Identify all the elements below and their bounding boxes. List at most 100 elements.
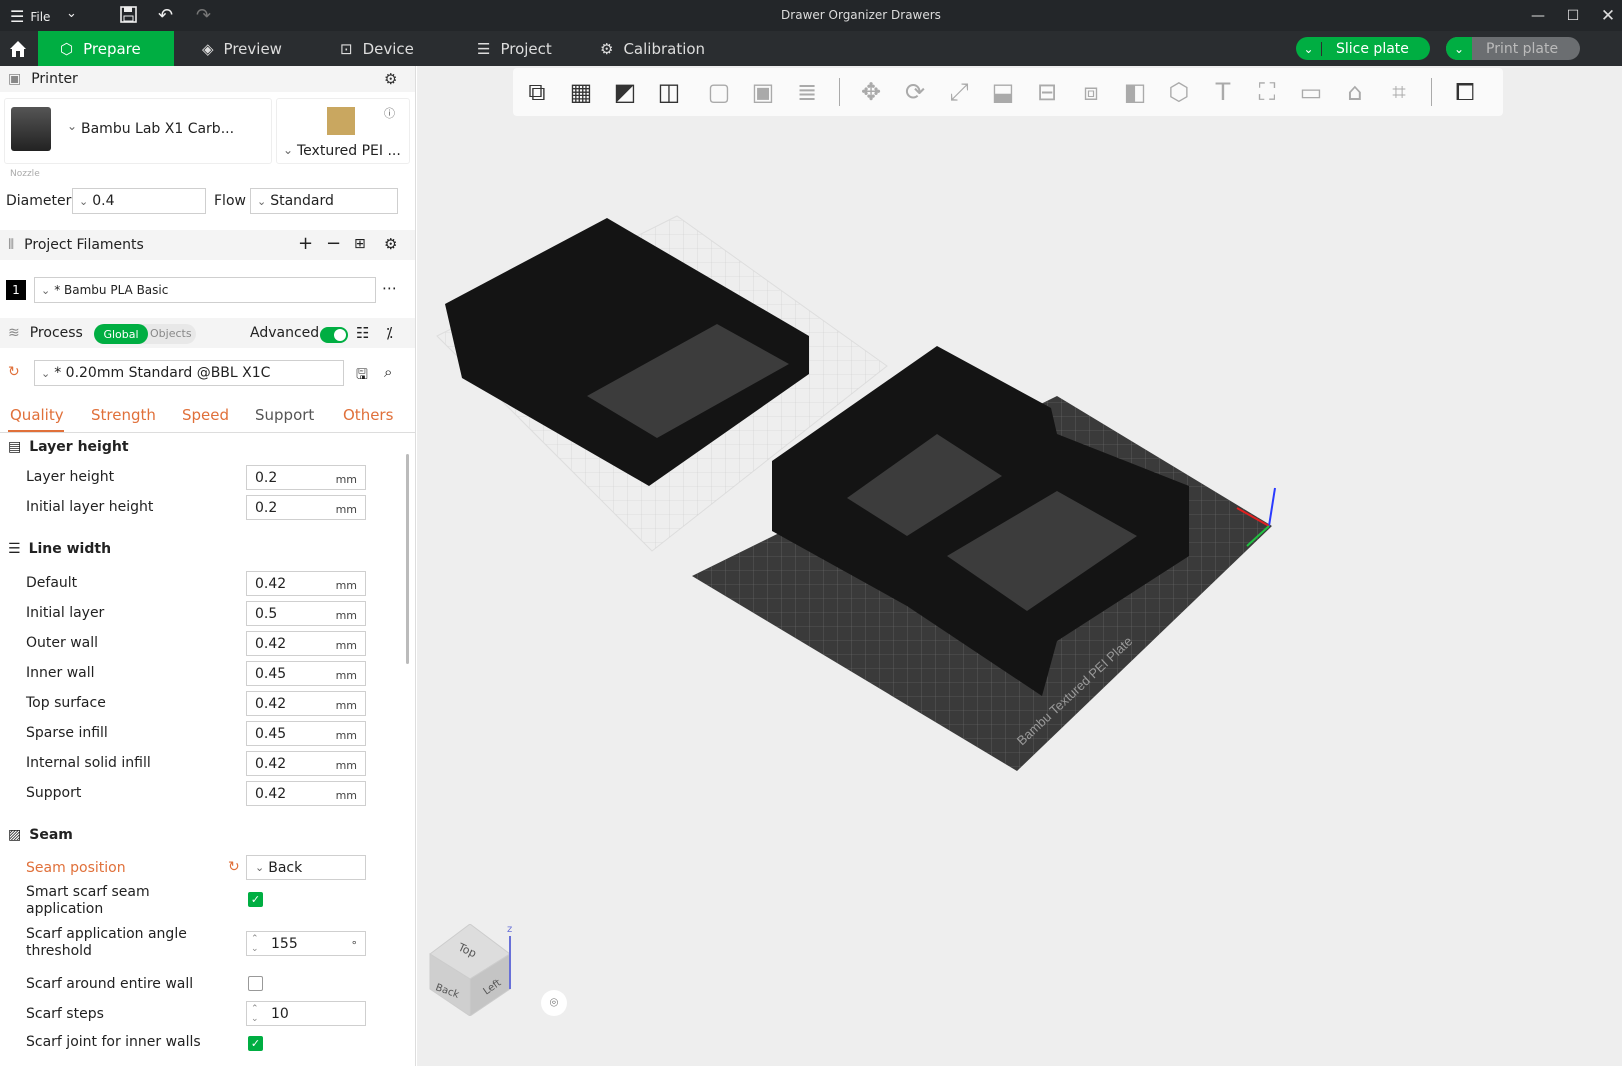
flow-select[interactable]: ⌄ Standard xyxy=(250,188,398,214)
tab-preview[interactable]: ◈ Preview xyxy=(180,31,304,66)
scarf-inner-walls-checkbox[interactable]: ✓ xyxy=(248,1036,263,1051)
scarf-angle-label: Scarf application angle threshold xyxy=(26,926,187,959)
lw-top-surface-label: Top surface xyxy=(26,695,106,711)
add-filament-icon[interactable]: + xyxy=(298,233,313,254)
tab-project[interactable]: ☰ Project xyxy=(455,31,574,66)
filament-sync-icon[interactable]: ⊞ xyxy=(354,236,366,252)
tab-speed[interactable]: Speed xyxy=(182,406,229,424)
lw-default-unit: mm xyxy=(335,579,357,592)
printer-select-card[interactable]: ⌄ Bambu Lab X1 Carb... xyxy=(4,98,272,164)
lw-inner-wall-unit: mm xyxy=(335,669,357,682)
main-tab-bar: ⬡ Prepare ◈ Preview ⊡ Device ☰ Project ⚙… xyxy=(0,31,1622,66)
maximize-icon[interactable]: ☐ xyxy=(1555,0,1591,31)
print-dropdown-icon[interactable]: ⌄ xyxy=(1446,37,1472,60)
scarf-steps-stepper-icon[interactable]: ⌃ ⌄ xyxy=(251,1004,259,1024)
minimize-icon[interactable]: — xyxy=(1520,0,1556,31)
seam-position-value: Back xyxy=(268,859,303,876)
axis-z-line xyxy=(1268,487,1276,527)
layer-height-input[interactable]: 0.2 mm xyxy=(246,465,366,490)
save-preset-icon[interactable]: 🖫 xyxy=(356,364,368,388)
view-cube[interactable]: Top Back Left z xyxy=(425,923,517,1017)
layer-height-value: 0.2 xyxy=(255,469,278,486)
scarf-inner-walls-label: Scarf joint for inner walls xyxy=(26,1034,201,1050)
scarf-angle-value: 155 xyxy=(271,935,298,952)
scarf-angle-input[interactable]: ⌃ ⌄ 155 ° xyxy=(246,931,366,956)
initial-layer-height-input[interactable]: 0.2 mm xyxy=(246,495,366,520)
lw-initial-layer-value: 0.5 xyxy=(255,605,278,622)
lw-inner-wall-value: 0.45 xyxy=(255,665,287,682)
lw-inner-wall-input[interactable]: 0.45 mm xyxy=(246,661,366,686)
tab-others[interactable]: Others xyxy=(343,406,393,424)
tab-calibration[interactable]: ⚙ Calibration xyxy=(578,31,727,66)
lw-default-input[interactable]: 0.42 mm xyxy=(246,571,366,596)
tab-device-label: Device xyxy=(362,39,414,58)
toggle-objects-label[interactable]: Objects xyxy=(150,327,192,340)
scarf-steps-value: 10 xyxy=(271,1005,289,1022)
tab-support[interactable]: Support xyxy=(255,406,314,424)
scarf-entire-wall-checkbox[interactable] xyxy=(248,976,263,991)
filament-select[interactable]: ⌄ * Bambu PLA Basic xyxy=(34,277,376,303)
window-title: Drawer Organizer Drawers xyxy=(781,8,941,22)
scarf-steps-input[interactable]: ⌃ ⌄ 10 xyxy=(246,1001,366,1026)
filament-index-badge[interactable]: 1 xyxy=(6,280,26,300)
camera-reset-icon[interactable]: ⌾ xyxy=(541,990,567,1016)
global-objects-toggle[interactable]: Global Objects xyxy=(94,324,196,344)
plate-info-icon[interactable]: ⓘ xyxy=(384,105,395,121)
slice-plate-button[interactable]: ⌄ Slice plate xyxy=(1296,37,1430,60)
tab-device[interactable]: ⊡ Device xyxy=(318,31,436,66)
tab-quality[interactable]: Quality xyxy=(10,406,64,424)
group-seam: ▨ Seam xyxy=(8,827,73,843)
lw-top-surface-input[interactable]: 0.42 mm xyxy=(246,691,366,716)
plate-thumbnail-icon xyxy=(327,107,355,135)
lw-support-input[interactable]: 0.42 mm xyxy=(246,781,366,806)
lw-initial-layer-input[interactable]: 0.5 mm xyxy=(246,601,366,626)
seam-position-select[interactable]: ⌄ Back xyxy=(246,855,366,880)
plate-select-card[interactable]: ⓘ ⌄ Textured PEI ... xyxy=(276,98,410,164)
flow-chevron-icon: ⌄ xyxy=(257,194,267,208)
lw-outer-wall-input[interactable]: 0.42 mm xyxy=(246,631,366,656)
tabs-divider xyxy=(0,432,415,433)
slice-dropdown-icon[interactable]: ⌄ xyxy=(1296,41,1322,56)
lw-internal-solid-input[interactable]: 0.42 mm xyxy=(246,751,366,776)
printer-settings-gear-icon[interactable]: ⚙ xyxy=(384,70,397,88)
cube-icon: ⬡ xyxy=(60,39,74,58)
scene-canvas[interactable]: Bambu Textured PEI Plate xyxy=(417,66,1622,1066)
3d-viewport[interactable]: ⧉ ▦ ◩ ◫ ▢ ▣ ≣ ✥ ⟳ ⤢ ⬓ ⊟ ⧈ ◧ ⬡ T ⛶ ▭ ⌂ ⌗ … xyxy=(417,66,1622,1066)
plate-name: Textured PEI ... xyxy=(297,143,401,159)
scarf-angle-stepper-icon[interactable]: ⌃ ⌄ xyxy=(251,934,259,954)
lw-internal-solid-value: 0.42 xyxy=(255,755,287,772)
home-icon[interactable] xyxy=(0,31,36,66)
tab-prepare[interactable]: ⬡ Prepare xyxy=(38,31,174,66)
remove-filament-icon[interactable]: − xyxy=(326,233,341,254)
tab-calibration-label: Calibration xyxy=(623,39,706,58)
advanced-toggle[interactable] xyxy=(320,327,348,343)
lw-internal-solid-unit: mm xyxy=(335,759,357,772)
calibration-icon: ⚙ xyxy=(600,39,614,58)
settings-scrollbar[interactable] xyxy=(406,454,409,664)
layer-height-unit: mm xyxy=(335,473,357,486)
lw-sparse-infill-input[interactable]: 0.45 mm xyxy=(246,721,366,746)
diameter-select[interactable]: ⌄ 0.4 xyxy=(72,188,206,214)
search-icon[interactable]: ⌕ xyxy=(384,363,392,381)
lw-default-label: Default xyxy=(26,575,78,591)
lw-support-value: 0.42 xyxy=(255,785,287,802)
filament-more-icon[interactable]: ⋯ xyxy=(382,279,397,297)
tab-project-label: Project xyxy=(500,39,552,58)
process-icon: ≋ xyxy=(8,325,20,341)
seam-icon: ▨ xyxy=(8,827,22,843)
smart-scarf-checkbox[interactable]: ✓ xyxy=(248,892,263,907)
seam-reset-icon[interactable]: ↻ xyxy=(228,859,240,875)
print-plate-button[interactable]: ⌄ Print plate xyxy=(1446,37,1580,60)
reset-icon[interactable]: ↻ xyxy=(8,364,20,380)
filament-settings-gear-icon[interactable]: ⚙ xyxy=(384,235,397,253)
lw-sparse-infill-value: 0.45 xyxy=(255,725,287,742)
compare-icon[interactable]: ⁒ xyxy=(386,324,393,342)
filament-name: * Bambu PLA Basic xyxy=(54,283,169,297)
close-icon[interactable]: ✕ xyxy=(1590,0,1622,31)
process-preset-select[interactable]: ⌄ * 0.20mm Standard @BBL X1C xyxy=(34,360,344,386)
smart-scarf-label: Smart scarf seam application xyxy=(26,884,150,917)
tab-strength[interactable]: Strength xyxy=(91,406,156,424)
lw-inner-wall-label: Inner wall xyxy=(26,665,95,681)
list-icon[interactable]: ☷ xyxy=(356,324,369,342)
toggle-global-label[interactable]: Global xyxy=(94,324,148,344)
